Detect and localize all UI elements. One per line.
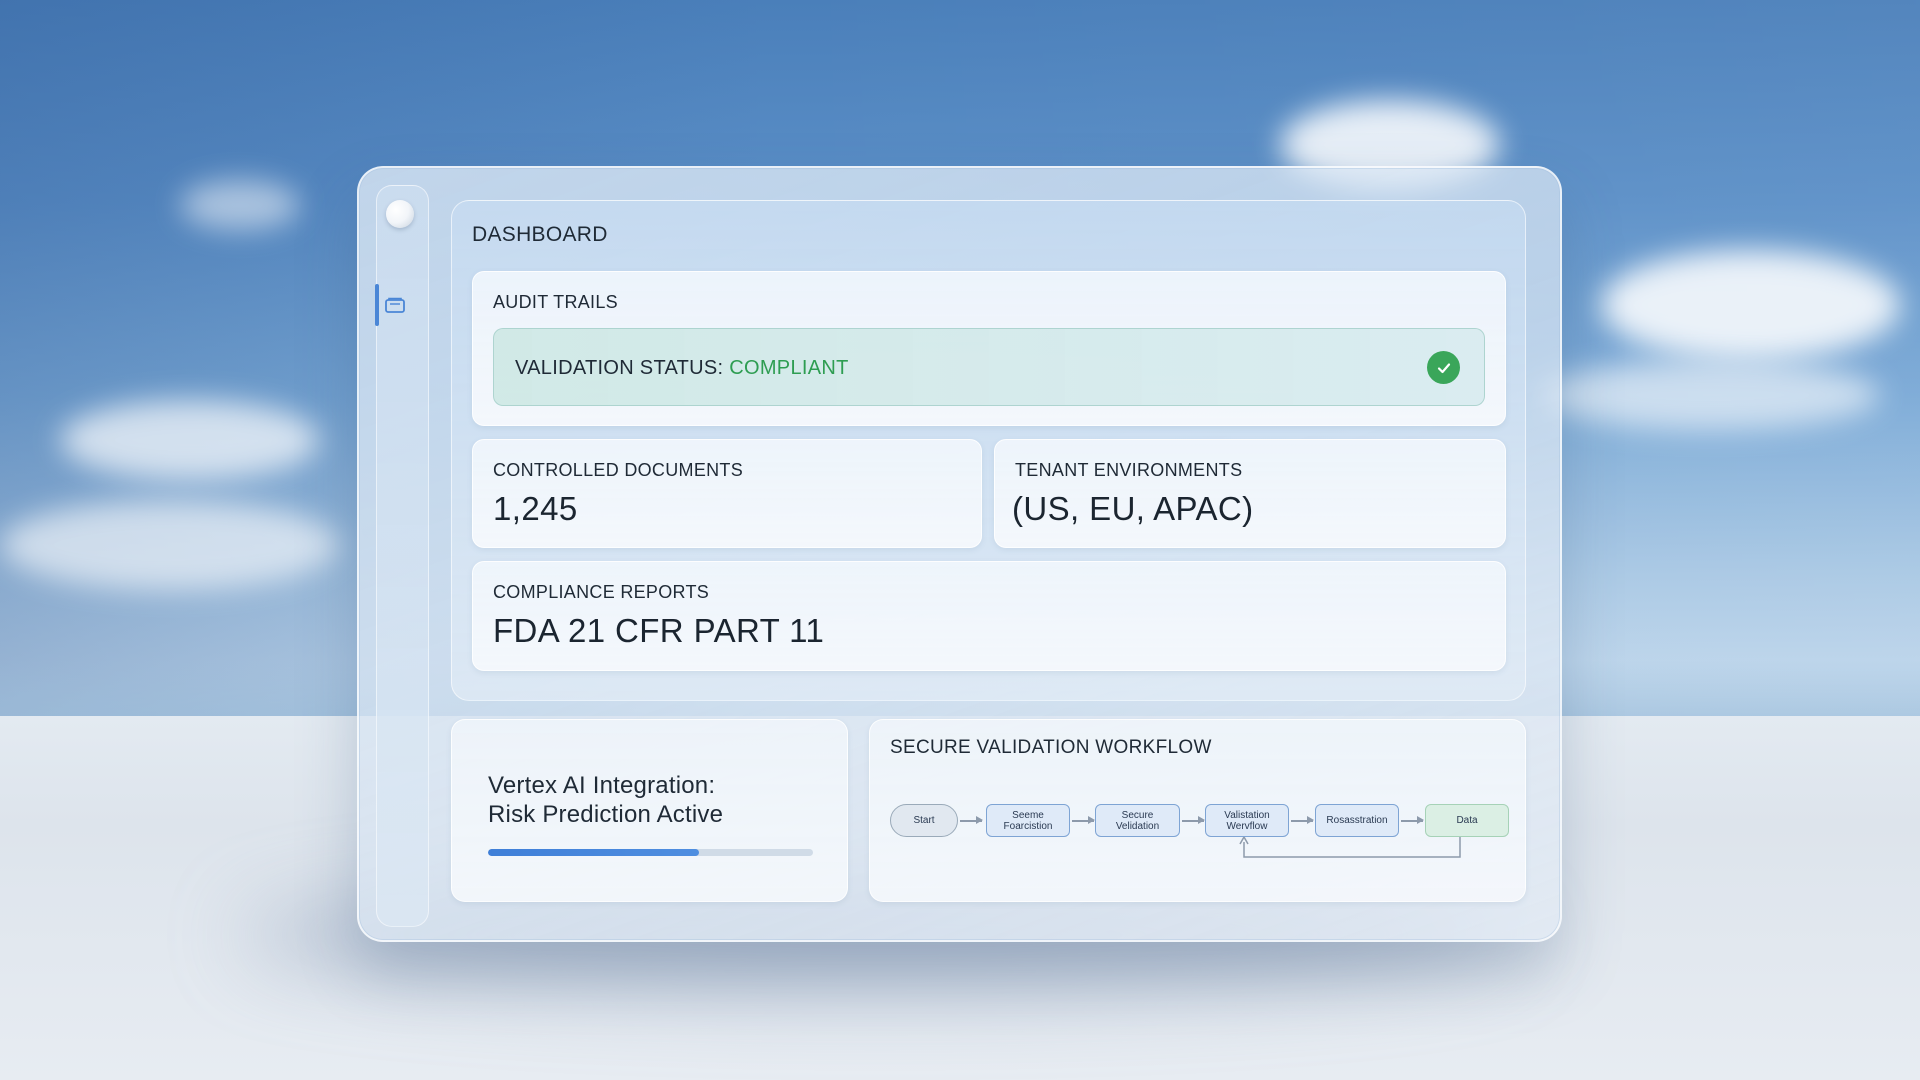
checkmark-icon — [1437, 362, 1450, 373]
workflow-arrow — [1182, 817, 1205, 823]
workflow-node-start[interactable]: Start — [890, 804, 958, 837]
compliance-reports-value: FDA 21 CFR PART 11 — [493, 612, 825, 649]
compliance-reports-card[interactable]: COMPLIANCE REPORTS FDA 21 CFR PART 11 — [472, 561, 1506, 671]
secure-validation-workflow-card: SECURE VALIDATION WORKFLOW Start Seeme Fo… — [869, 719, 1526, 902]
workflow-node-validation-workflow[interactable]: Valistation Wervflow — [1205, 804, 1289, 837]
workflow-node-seeme-foarcistion[interactable]: Seeme Foarcistion — [986, 804, 1070, 837]
workflow-node-label-line2: Foarcistion — [1003, 820, 1053, 832]
compliance-reports-label: COMPLIANCE REPORTS — [493, 582, 710, 602]
vertex-ai-status: Risk Prediction Active — [488, 801, 724, 828]
workflow-node-data[interactable]: Data — [1425, 804, 1509, 837]
cloud — [0, 500, 340, 590]
workflow-node-label-line1: Secure — [1121, 809, 1154, 821]
tenant-environments-label: TENANT ENVIRONMENTS — [1015, 460, 1243, 480]
tenant-environments-value: (US, EU, APAC) — [1012, 490, 1254, 527]
workflow-arrow — [1291, 817, 1314, 823]
workflow-node-label-line2: Wervflow — [1226, 820, 1268, 832]
tenant-environments-card[interactable]: TENANT ENVIRONMENTS (US, EU, APAC) — [994, 439, 1506, 548]
workflow-node-rosasstration[interactable]: Rosasstration — [1315, 804, 1399, 837]
dashboard-window: DASHBOARD AUDIT TRAILS VALIDATION STATUS… — [357, 166, 1562, 942]
cloud — [60, 400, 320, 480]
cloud — [180, 180, 300, 230]
audit-trails-label: AUDIT TRAILS — [493, 292, 618, 312]
audit-trails-card: AUDIT TRAILS VALIDATION STATUS: COMPLIAN… — [472, 271, 1506, 426]
workflow-node-label: Seeme Foarcistion — [1004, 810, 1053, 832]
workflow-arrow — [1401, 817, 1424, 823]
cloud — [1600, 250, 1900, 360]
workflow-arrow — [960, 817, 983, 823]
vertex-ai-title: Vertex AI Integration: — [488, 772, 716, 799]
cloud — [1540, 360, 1880, 430]
dashboard-panel: DASHBOARD AUDIT TRAILS VALIDATION STATUS… — [451, 200, 1526, 701]
progress-fill — [488, 849, 700, 856]
workflow-diagram: Start Seeme Foarcistion Secure Velidation … — [870, 720, 1527, 903]
workflow-arrow — [1072, 817, 1095, 823]
vertex-ai-card[interactable]: Vertex AI Integration: Risk Prediction A… — [451, 719, 848, 902]
validation-status-value: COMPLIANT — [729, 357, 849, 379]
avatar[interactable] — [386, 200, 414, 228]
workflow-node-label: Secure Velidation — [1116, 810, 1159, 832]
workflow-node-label-line1: Valistation — [1224, 809, 1270, 821]
controlled-documents-label: CONTROLLED DOCUMENTS — [493, 460, 744, 480]
validation-status-text: VALIDATION STATUS: COMPLIANT — [515, 357, 849, 380]
workflow-node-secure-validation[interactable]: Secure Velidation — [1095, 804, 1180, 837]
risk-prediction-progress — [488, 849, 813, 856]
sidebar-item-documents[interactable] — [375, 284, 414, 326]
workflow-node-label: Valistation Wervflow — [1224, 810, 1269, 832]
workflow-node-label-line1: Seeme — [1012, 809, 1044, 821]
validation-status-prefix: VALIDATION STATUS: — [515, 357, 730, 379]
workflow-node-label: Rosasstration — [1326, 815, 1388, 826]
workflow-node-label: Start — [913, 815, 935, 826]
validation-status-bar[interactable]: VALIDATION STATUS: COMPLIANT — [493, 328, 1485, 406]
workflow-node-label: Data — [1456, 815, 1478, 826]
folder-icon — [385, 297, 405, 313]
page-title: DASHBOARD — [472, 223, 608, 246]
check-icon — [1427, 351, 1460, 384]
workflow-node-label-line2: Velidation — [1115, 820, 1160, 832]
controlled-documents-card[interactable]: CONTROLLED DOCUMENTS 1,245 — [472, 439, 982, 548]
controlled-documents-value: 1,245 — [493, 490, 578, 527]
